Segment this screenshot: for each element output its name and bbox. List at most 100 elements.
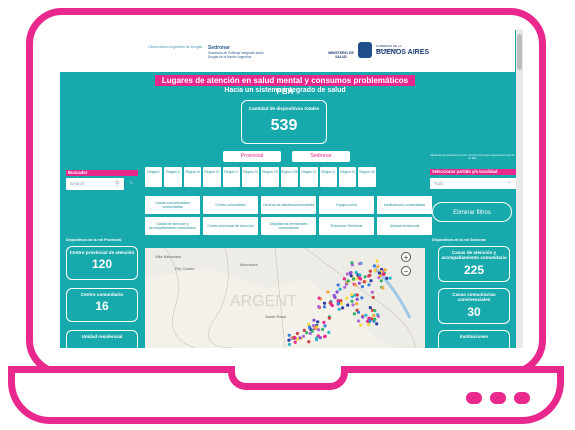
sedronar-card[interactable]: Casas de atención y acompañamiento comun…: [438, 246, 510, 282]
map-marker[interactable]: [355, 302, 359, 306]
region-button[interactable]: Región VI: [241, 167, 260, 187]
map-marker[interactable]: [360, 285, 364, 289]
map-marker[interactable]: [358, 273, 362, 277]
map-marker[interactable]: [359, 323, 363, 327]
map-marker[interactable]: [326, 290, 330, 294]
map-marker[interactable]: [376, 314, 380, 318]
map-marker[interactable]: [360, 296, 364, 300]
map-marker[interactable]: [357, 281, 361, 285]
category-button[interactable]: Casas de atención y acompañamiento comun…: [145, 217, 200, 235]
map-marker[interactable]: [368, 269, 372, 273]
map-marker[interactable]: [372, 264, 376, 268]
category-button[interactable]: Instituciones conveniadas: [377, 196, 432, 214]
map-marker[interactable]: [356, 310, 361, 314]
map-marker[interactable]: [327, 330, 331, 334]
map-marker[interactable]: [318, 336, 322, 340]
map-marker[interactable]: [350, 261, 354, 265]
provincial-card[interactable]: Centro provincial de atención 120: [66, 246, 138, 280]
map-marker[interactable]: [388, 276, 392, 280]
scrollbar[interactable]: [516, 30, 523, 348]
map-marker[interactable]: [378, 274, 382, 278]
zoom-in-button[interactable]: +: [401, 252, 411, 262]
map-marker[interactable]: [346, 303, 350, 307]
map-marker[interactable]: [358, 262, 362, 266]
region-button[interactable]: Región XI: [338, 167, 357, 187]
map-marker[interactable]: [322, 320, 326, 324]
map-marker[interactable]: [301, 334, 306, 338]
map-marker[interactable]: [293, 336, 297, 340]
map-marker[interactable]: [373, 309, 377, 313]
map-marker[interactable]: [317, 328, 321, 332]
map-marker[interactable]: [367, 322, 371, 327]
map-marker[interactable]: [305, 331, 309, 335]
map-marker[interactable]: [345, 296, 349, 300]
map-marker[interactable]: [376, 264, 380, 269]
map-marker[interactable]: [341, 306, 345, 310]
region-button[interactable]: Región V: [222, 167, 240, 187]
map-marker[interactable]: [293, 340, 297, 344]
map-marker[interactable]: [336, 301, 341, 306]
map-marker[interactable]: [287, 338, 291, 342]
region-button[interactable]: Región X: [319, 167, 337, 187]
category-button[interactable]: Extensión Territorial: [319, 217, 374, 235]
map-marker[interactable]: [317, 305, 321, 309]
map-marker[interactable]: [327, 316, 331, 320]
map-marker[interactable]: [328, 301, 332, 305]
provincial-card[interactable]: Centro comunitario 16: [66, 288, 138, 322]
map-marker[interactable]: [368, 306, 372, 310]
map-marker[interactable]: [364, 313, 368, 317]
map-marker[interactable]: [313, 326, 317, 330]
region-button[interactable]: Región IX: [300, 167, 318, 187]
clear-filters-button[interactable]: Eliminar filtros: [432, 202, 512, 222]
region-button[interactable]: Región XII: [358, 167, 376, 187]
map-marker[interactable]: [368, 319, 372, 323]
map-marker[interactable]: [316, 320, 320, 324]
sedronar-card[interactable]: Instituciones: [438, 330, 510, 348]
map-marker[interactable]: [369, 279, 373, 283]
map-marker[interactable]: [330, 303, 334, 308]
zoom-out-button[interactable]: −: [401, 266, 411, 276]
category-button[interactable]: Centros de asistencia inmediata: [261, 196, 316, 214]
region-button[interactable]: Región IV: [203, 167, 221, 187]
map-marker[interactable]: [323, 335, 327, 339]
toggle-sedronar[interactable]: Sedronar: [292, 151, 350, 162]
map-marker[interactable]: [308, 325, 312, 329]
map-marker[interactable]: [373, 317, 377, 321]
map-marker[interactable]: [336, 299, 340, 303]
map-marker[interactable]: [356, 319, 361, 323]
category-button[interactable]: Centro provincial de atención: [203, 217, 258, 235]
map-marker[interactable]: [373, 269, 377, 273]
search-icon[interactable]: ⚲: [115, 180, 119, 187]
map-marker[interactable]: [353, 283, 358, 287]
map-marker[interactable]: [361, 315, 365, 319]
map-marker[interactable]: [363, 275, 367, 279]
map-marker[interactable]: [354, 270, 358, 275]
map-marker[interactable]: [351, 277, 356, 281]
category-button[interactable]: Equipo móvil: [319, 196, 374, 214]
map-marker[interactable]: [355, 293, 359, 297]
map-marker[interactable]: [337, 307, 341, 311]
map-marker[interactable]: [350, 292, 354, 296]
map-marker[interactable]: [317, 296, 321, 300]
category-button[interactable]: Casas convivenciales comunitarias: [145, 196, 200, 214]
map-marker[interactable]: [375, 259, 379, 263]
map-marker[interactable]: [379, 279, 383, 283]
device-map[interactable]: Villa Mercedes Río Cuarto Mercedes Santa…: [145, 248, 425, 348]
map-marker[interactable]: [362, 280, 366, 284]
map-marker[interactable]: [346, 279, 350, 283]
region-button[interactable]: Región VIII: [280, 167, 299, 187]
category-button[interactable]: Centro comunitario: [203, 196, 258, 214]
map-marker[interactable]: [352, 312, 356, 316]
map-marker[interactable]: [381, 286, 385, 290]
map-marker[interactable]: [307, 340, 311, 344]
map-marker[interactable]: [372, 313, 376, 318]
map-marker[interactable]: [349, 271, 353, 275]
map-marker[interactable]: [321, 327, 325, 331]
map-marker[interactable]: [349, 274, 353, 278]
map-marker[interactable]: [377, 271, 381, 275]
map-marker[interactable]: [336, 283, 340, 287]
map-marker[interactable]: [357, 276, 361, 280]
provincial-card[interactable]: Unidad residencial: [66, 330, 138, 348]
map-marker[interactable]: [343, 285, 347, 289]
map-marker[interactable]: [338, 287, 342, 291]
